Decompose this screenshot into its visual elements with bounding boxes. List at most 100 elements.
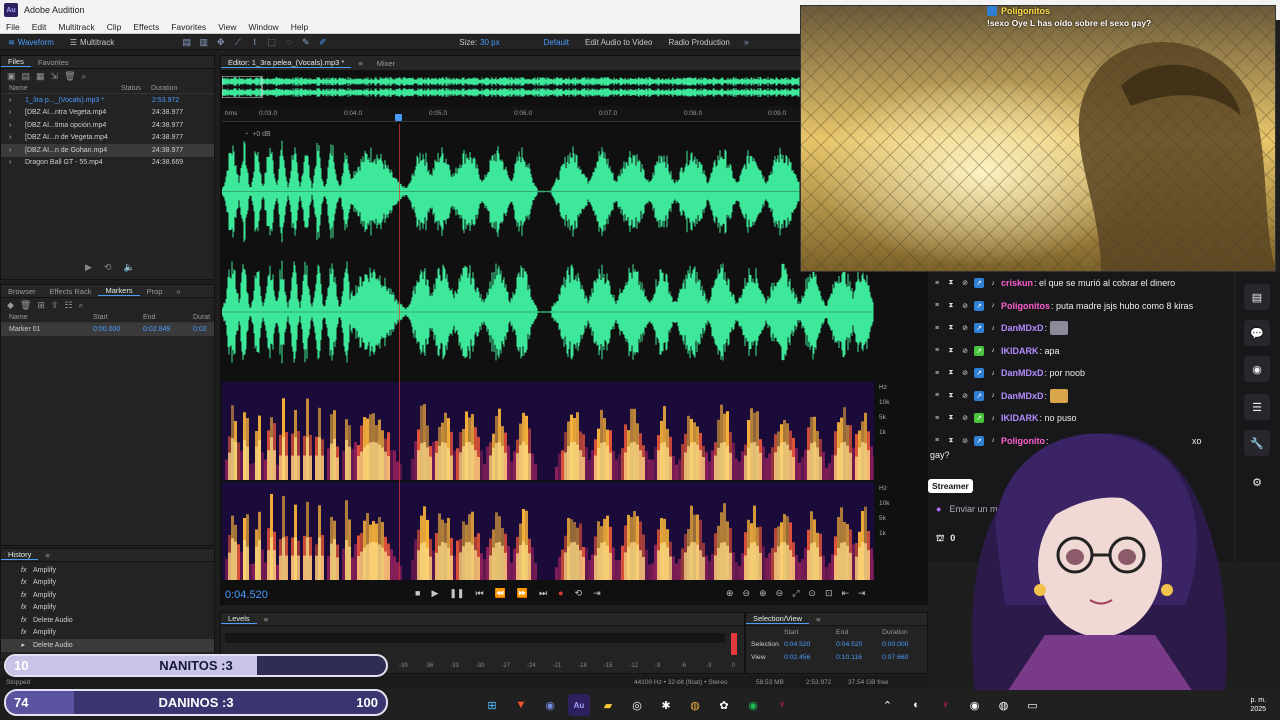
chat-message[interactable]: ≡ ⧗ ⊘ ↗ ♪ Poligonitos: puta madre jsjs hubo c…	[928, 298, 1233, 314]
merge-markers-icon[interactable]: ⊞	[37, 300, 45, 311]
chat-message[interactable]: ≡ ⧗ ⊘ ↗ ♪ DanMDxD:	[928, 388, 1233, 404]
view-duration[interactable]: 0:07.660	[882, 654, 908, 661]
view-end[interactable]: 0:10.116	[836, 654, 882, 661]
history-item[interactable]: fx Amplify	[1, 602, 214, 615]
menu-file[interactable]: File	[0, 22, 26, 32]
expand-chevron-icon[interactable]: ›	[1, 147, 25, 154]
add-marker-icon[interactable]: ◆	[7, 300, 14, 311]
tab-mixer[interactable]: Mixer	[370, 59, 402, 68]
new-file-icon[interactable]: ▦	[36, 71, 45, 82]
time-selection-tool-icon[interactable]: I	[250, 37, 259, 47]
tray-icon[interactable]: ◐	[906, 694, 928, 716]
zoom-in-point-icon[interactable]: ⊙	[808, 588, 816, 599]
tray-icon[interactable]: ♆	[935, 694, 957, 716]
history-item[interactable]: fx Amplify	[1, 589, 214, 602]
file-row[interactable]: › [DBZ AI...ntra Vegeta.mp4 24:38.977	[1, 107, 214, 120]
skip-icon[interactable]: ⇥	[593, 588, 601, 599]
chat-username[interactable]: Poligonitos	[1001, 301, 1050, 311]
chat-message[interactable]: ≡ ⧗ ⊘ ↗ ♪ DanMDxD: por noob	[928, 365, 1233, 381]
start-icon[interactable]: ⊞	[481, 694, 503, 716]
tab-properties[interactable]: Prop	[140, 287, 170, 296]
delete-icon[interactable]: 🗑	[64, 71, 75, 82]
panel-menu-icon[interactable]: ≡	[257, 615, 275, 624]
pitch-view-icon[interactable]: ▥	[199, 37, 209, 47]
marquee-tool-icon[interactable]: ⬚	[267, 37, 277, 47]
stop-icon[interactable]: ■	[415, 588, 420, 599]
zoom-left-icon[interactable]: ⇤	[841, 588, 849, 599]
workspace-default[interactable]: Default	[536, 38, 577, 47]
selection-duration[interactable]: 0:00.000	[882, 641, 908, 648]
tab-favorites[interactable]: Favorites	[31, 58, 76, 67]
chat-username[interactable]: criskun	[1001, 278, 1033, 288]
delete-marker-icon[interactable]: 🗑	[20, 300, 31, 311]
rewind-icon[interactable]: ⏪	[495, 588, 506, 599]
editor-menu-icon[interactable]: ≡	[351, 59, 369, 68]
chat-username[interactable]: DanMDxD	[1001, 368, 1044, 378]
history-item[interactable]: fx Amplify	[1, 577, 214, 590]
menu-view[interactable]: View	[212, 22, 242, 32]
tab-browser[interactable]: Browser	[1, 287, 43, 296]
import-icon[interactable]: ▤	[22, 71, 31, 82]
chat-username[interactable]: DanMDxD	[1001, 323, 1044, 333]
col-status[interactable]: Status	[121, 85, 151, 92]
volume-icon[interactable]: 🔈	[123, 262, 134, 273]
waveform-left-channel[interactable]	[222, 135, 800, 248]
menu-clip[interactable]: Clip	[101, 22, 128, 32]
chat-message[interactable]: ≡ ⧗ ⊘ ↗ ♪ criskun: el que se murió al cobrar …	[928, 275, 1233, 291]
menu-help[interactable]: Help	[285, 22, 314, 32]
menu-multitrack[interactable]: Multitrack	[52, 22, 100, 32]
history-item[interactable]: ▸ Delete Audio	[1, 639, 214, 652]
playhead-handle[interactable]	[395, 114, 402, 121]
chevron-up-icon[interactable]: ⌃	[877, 694, 899, 716]
multitrack-view-button[interactable]: ☰ Multitrack	[62, 38, 122, 47]
tab-history[interactable]: History	[1, 550, 39, 560]
clock[interactable]: p. m. 2025	[1250, 696, 1266, 714]
spectrogram-left[interactable]	[222, 382, 874, 480]
zoom-right-icon[interactable]: ⇥	[858, 588, 866, 599]
tab-selection-view[interactable]: Selection/View	[746, 614, 810, 624]
panel-menu-icon[interactable]: ≡	[809, 615, 827, 624]
selection-end[interactable]: 0:04.520	[836, 641, 882, 648]
history-item[interactable]: fx Amplify	[1, 627, 214, 640]
col-name[interactable]: Name	[1, 85, 121, 92]
panel-menu-icon[interactable]: ≡	[38, 551, 56, 560]
waveform-view-button[interactable]: ≋ Waveform	[0, 38, 62, 47]
chat-message[interactable]: ≡ ⧗ ⊘ ↗ ♪ DanMDxD:	[928, 320, 1233, 336]
razor-tool-icon[interactable]: ⟋	[233, 37, 242, 47]
workspace-radio-production[interactable]: Radio Production	[660, 38, 737, 47]
zoom-out-time-icon[interactable]: ⊖	[776, 588, 784, 599]
spectral-view-icon[interactable]: ▤	[182, 37, 192, 47]
file-row[interactable]: › 1_3ra p..._(Vocals).mp3 * 2:53.972	[1, 94, 214, 107]
zoom-selection-icon[interactable]: ⊡	[825, 588, 833, 599]
app-icon[interactable]: ◍	[684, 694, 706, 716]
insert-playlist-icon[interactable]: ☷	[64, 300, 72, 311]
tray-icon[interactable]: ◍	[993, 694, 1015, 716]
tab-markers[interactable]: Markers	[98, 286, 140, 296]
lasso-tool-icon[interactable]: ◌	[284, 37, 293, 47]
zoom-out-amplitude-icon[interactable]: ⊖	[743, 588, 751, 599]
col-marker-start[interactable]: Start	[93, 314, 143, 321]
play-icon[interactable]: ▶	[431, 588, 438, 599]
app-icon-2[interactable]: ♆	[771, 694, 793, 716]
chat-bubble-icon[interactable]: 💬	[1244, 320, 1270, 346]
brush-tool-icon[interactable]: ✎	[301, 37, 310, 47]
expand-chevron-icon[interactable]: ›	[1, 134, 25, 141]
chatgpt-icon[interactable]: ✿	[713, 694, 735, 716]
tray-icon[interactable]: ◉	[964, 694, 986, 716]
loop-preview-icon[interactable]: ⟲	[104, 262, 112, 273]
current-time-display[interactable]: 0:04.520	[225, 589, 268, 601]
history-item[interactable]: fx Amplify	[1, 564, 214, 577]
discord-icon[interactable]: ◉	[539, 694, 561, 716]
go-to-start-icon[interactable]: ⏮	[475, 588, 483, 599]
chevron-right-icon[interactable]: »	[742, 37, 751, 47]
chat-username[interactable]: IKIDARK	[1001, 346, 1039, 356]
play-preview-icon[interactable]: ▶	[85, 262, 92, 273]
menu-window[interactable]: Window	[242, 22, 284, 32]
zoom-full-icon[interactable]: ⤢	[792, 588, 799, 599]
brush-size-value[interactable]: 30 px	[480, 38, 500, 47]
chat-username[interactable]: DanMDxD	[1001, 391, 1044, 401]
col-duration[interactable]: Duration	[151, 85, 177, 92]
spotify-icon[interactable]: ◉	[742, 694, 764, 716]
time-ruler[interactable]: hms 0:03.0 0:04.0 0:05.0 0:06.0 0:07.0 0…	[222, 106, 800, 122]
file-row[interactable]: › [DBZ AI...tima opción.mp4 24:38.977	[1, 119, 214, 132]
